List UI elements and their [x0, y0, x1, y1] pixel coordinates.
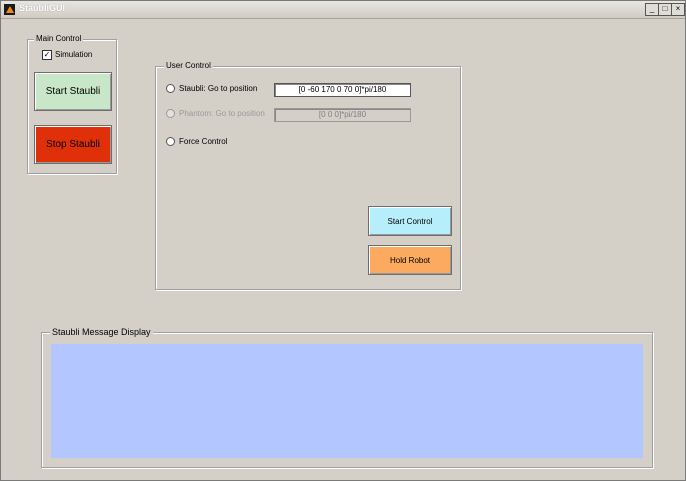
force-control-label: Force Control [179, 137, 228, 146]
maximize-button[interactable]: □ [658, 3, 672, 16]
phantom-position-radio [166, 109, 175, 118]
staubli-position-input[interactable]: [0 -60 170 0 70 0]*pi/180 [274, 83, 411, 97]
force-control-radio[interactable] [166, 137, 175, 146]
message-display-panel: Staubli Message Display [41, 327, 653, 468]
simulation-checkbox[interactable]: ✓ [42, 50, 52, 60]
staubli-gui-window: StaubliGUI _ □ × Main Control ✓ Simulati… [0, 0, 686, 481]
window-title: StaubliGUI [19, 3, 66, 13]
main-control-panel: Main Control ✓ Simulation Start Staubli … [27, 34, 117, 174]
hold-robot-button[interactable]: Hold Robot [368, 245, 452, 275]
message-display-title: Staubli Message Display [50, 327, 153, 337]
minimize-button[interactable]: _ [645, 3, 659, 16]
stop-staubli-button[interactable]: Stop Staubli [34, 125, 112, 164]
user-control-panel: User Control Staubli: Go to position [0 … [155, 61, 461, 290]
phantom-position-input: [0 0 0]*pi/180 [274, 108, 411, 122]
start-staubli-button[interactable]: Start Staubli [34, 72, 112, 111]
main-control-title: Main Control [34, 34, 84, 43]
simulation-label: Simulation [55, 50, 93, 59]
phantom-position-label: Phantom: Go to position [179, 109, 265, 118]
close-button[interactable]: × [671, 3, 685, 16]
title-bar: StaubliGUI _ □ × [1, 1, 685, 19]
staubli-position-label: Staubli: Go to position [179, 84, 258, 93]
staubli-position-radio[interactable] [166, 84, 175, 93]
matlab-icon [4, 4, 15, 15]
message-display-area [51, 344, 643, 458]
start-control-button[interactable]: Start Control [368, 206, 452, 236]
user-control-title: User Control [164, 61, 213, 70]
